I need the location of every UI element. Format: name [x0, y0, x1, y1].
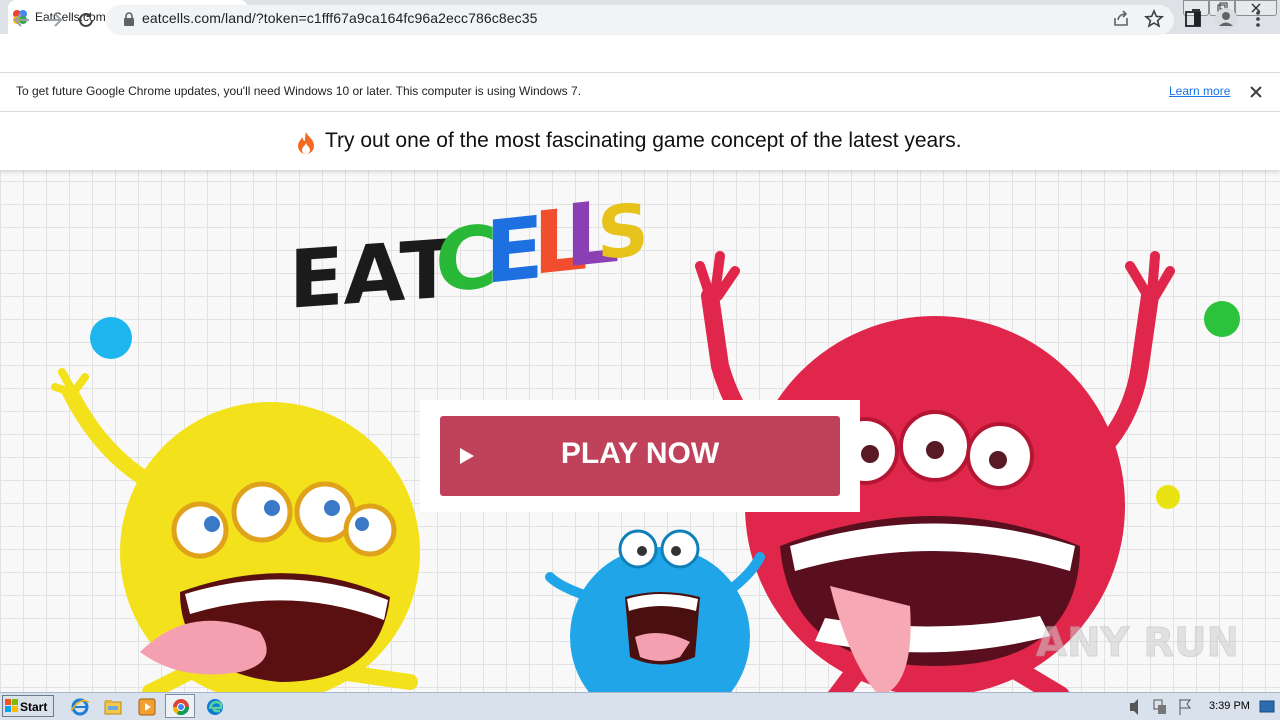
fire-icon: [298, 132, 314, 154]
learn-more-link[interactable]: Learn more: [1169, 84, 1230, 98]
logo-word-eat: EAT: [289, 222, 454, 316]
anyrun-watermark-logo: ANY RUN: [1036, 620, 1236, 667]
reload-icon[interactable]: [73, 7, 99, 33]
edge-icon[interactable]: [205, 697, 225, 717]
system-tray: [1122, 694, 1280, 720]
taskbar-clock: 3:39 PM: [1209, 700, 1250, 712]
lock-icon[interactable]: [122, 11, 136, 27]
close-icon[interactable]: [1246, 82, 1266, 102]
bookmark-star-icon[interactable]: [1144, 9, 1164, 29]
yellow-monster-illustration: [51, 368, 420, 692]
media-player-icon[interactable]: [137, 697, 157, 717]
kebab-menu-icon[interactable]: [1250, 9, 1266, 29]
back-arrow-icon[interactable]: [9, 7, 35, 33]
profile-avatar-icon[interactable]: [1214, 7, 1238, 31]
logo-letter: S: [597, 196, 645, 277]
infobar-message: To get future Google Chrome updates, you…: [16, 84, 582, 98]
internet-explorer-icon[interactable]: [70, 697, 90, 717]
chrome-icon[interactable]: [171, 697, 191, 717]
headline-text: Try out one of the most fascinating game…: [325, 129, 962, 152]
side-panel-icon[interactable]: [1184, 10, 1202, 28]
windows-logo-icon: [5, 699, 18, 712]
blue-monster-illustration: [545, 529, 765, 692]
web-page: Try out one of the most fascinating game…: [0, 112, 1280, 692]
svg-text:ANY RUN: ANY RUN: [1036, 620, 1236, 666]
start-label: Start: [20, 700, 48, 714]
file-explorer-icon[interactable]: [103, 697, 123, 717]
browser-toolbar: [0, 34, 1280, 72]
share-icon[interactable]: [1112, 10, 1130, 28]
eat-cells-logo: EAT C E L L S: [289, 196, 645, 316]
play-now-label: PLAY NOW: [560, 437, 720, 470]
show-desktop-icon: [1259, 700, 1275, 713]
url-text[interactable]: eatcells.com/land/?token=c1fff67a9ca164f…: [142, 10, 538, 26]
forward-arrow-icon[interactable]: [41, 7, 67, 33]
green-cell-dot: [1204, 301, 1240, 337]
